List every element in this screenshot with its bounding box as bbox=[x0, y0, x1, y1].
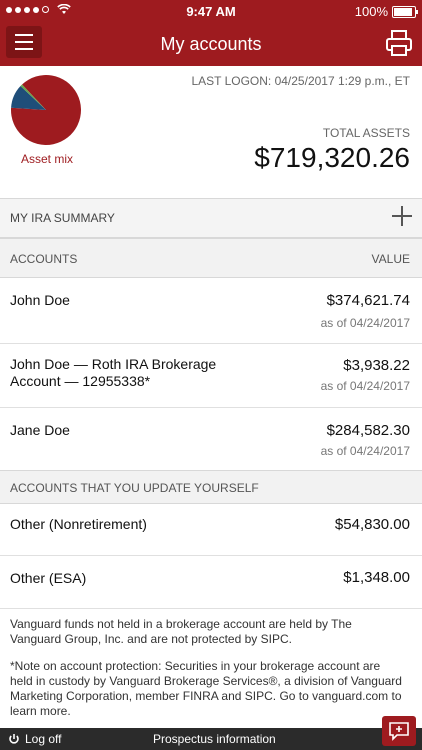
logoff-label: Log off bbox=[25, 732, 62, 746]
account-row[interactable]: John Doe — Roth IRA Brokerage Account — … bbox=[0, 344, 422, 408]
account-as-of: as of 04/24/2017 bbox=[320, 316, 410, 330]
account-value: $54,830.00 bbox=[334, 516, 410, 533]
battery-icon bbox=[392, 5, 418, 18]
status-bar: 9:47 AM 100% bbox=[0, 0, 422, 22]
chat-button[interactable] bbox=[382, 716, 416, 746]
assets-summary: Asset mix LAST LOGON: 04/25/2017 1:29 p.… bbox=[0, 66, 422, 198]
account-row[interactable]: John Doe $374,621.74 as of 04/24/2017 bbox=[0, 277, 422, 344]
bottom-bar: Log off Prospectus information bbox=[0, 728, 422, 750]
protection-footnote: *Note on account protection: Securities … bbox=[10, 659, 402, 718]
account-value: $3,938.22 bbox=[343, 357, 410, 374]
asset-mix-chart[interactable] bbox=[10, 74, 82, 146]
print-icon[interactable] bbox=[384, 28, 414, 58]
ira-summary-row[interactable]: MY IRA SUMMARY bbox=[0, 198, 422, 238]
account-value: $284,582.30 bbox=[326, 422, 410, 439]
accounts-column-header: ACCOUNTS bbox=[10, 252, 78, 266]
nav-bar: My accounts bbox=[0, 22, 422, 66]
battery-fill bbox=[394, 7, 412, 16]
logoff-button[interactable]: Log off bbox=[8, 732, 61, 746]
self-update-label: ACCOUNTS THAT YOU UPDATE YOURSELF bbox=[10, 481, 259, 495]
total-assets-label: TOTAL ASSETS bbox=[322, 126, 410, 140]
account-row[interactable]: Jane Doe $284,582.30 as of 04/24/2017 bbox=[0, 408, 422, 471]
battery-indicator: 100% bbox=[354, 4, 418, 19]
prospectus-link[interactable]: Prospectus information bbox=[153, 732, 276, 746]
self-account-row[interactable]: Other (Nonretirement) $54,830.00 bbox=[0, 503, 422, 556]
battery-percent: 100% bbox=[354, 4, 388, 19]
chat-icon bbox=[389, 722, 409, 741]
page-title: My accounts bbox=[160, 34, 262, 54]
account-name: John Doe — Roth IRA Brokerage Account — … bbox=[10, 356, 217, 389]
self-account-row[interactable]: Other (ESA) $1,348.00 bbox=[0, 556, 422, 609]
ira-summary-label: MY IRA SUMMARY bbox=[10, 211, 115, 225]
logoff-icon bbox=[9, 734, 19, 744]
value-column-header: VALUE bbox=[371, 252, 410, 266]
account-name: Other (ESA) bbox=[10, 570, 87, 586]
last-logon: LAST LOGON: 04/25/2017 1:29 p.m., ET bbox=[191, 74, 410, 88]
account-as-of: as of 04/24/2017 bbox=[320, 379, 410, 393]
total-assets-value: $719,320.26 bbox=[254, 142, 410, 173]
plus-icon[interactable] bbox=[392, 206, 412, 226]
account-value: $374,621.74 bbox=[326, 292, 410, 309]
account-name: Other (Nonretirement) bbox=[10, 516, 147, 532]
account-name: Jane Doe bbox=[10, 422, 70, 438]
asset-mix-link[interactable]: Asset mix bbox=[10, 152, 84, 166]
account-as-of: as of 04/24/2017 bbox=[320, 444, 410, 458]
accounts-header: ACCOUNTS VALUE bbox=[0, 238, 422, 278]
self-update-header: ACCOUNTS THAT YOU UPDATE YOURSELF bbox=[0, 470, 422, 504]
sipc-footnote: Vanguard funds not held in a brokerage a… bbox=[10, 617, 352, 646]
account-name: John Doe bbox=[10, 292, 70, 308]
account-value: $1,348.00 bbox=[343, 569, 410, 586]
